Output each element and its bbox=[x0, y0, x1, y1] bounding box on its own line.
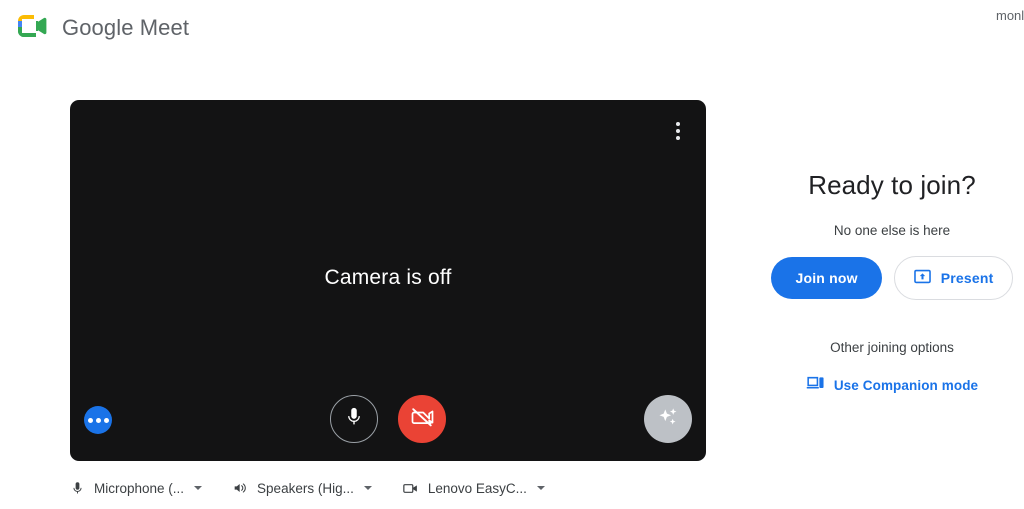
camera-off-icon bbox=[410, 405, 434, 434]
brand[interactable]: Google Meet bbox=[16, 13, 189, 43]
camera-toggle-button[interactable] bbox=[398, 395, 446, 443]
other-joining-options-label: Other joining options bbox=[830, 340, 954, 355]
preview-options-button[interactable] bbox=[84, 406, 112, 434]
device-selector-bar: Microphone (... Speakers (Hig... Lenovo … bbox=[70, 474, 710, 502]
camera-icon bbox=[402, 480, 419, 497]
dot bbox=[676, 136, 680, 140]
dot bbox=[676, 122, 680, 126]
device-chip-speakers[interactable]: Speakers (Hig... bbox=[232, 480, 372, 496]
brand-title: Google Meet bbox=[62, 15, 190, 40]
more-vertical-icon[interactable] bbox=[664, 117, 692, 145]
dot bbox=[87, 417, 93, 423]
join-panel: Ready to join? No one else is here Join … bbox=[760, 170, 1024, 395]
device-chip-label: Speakers (Hig... bbox=[257, 480, 354, 496]
account-label[interactable]: monl bbox=[996, 8, 1024, 23]
microphone-icon bbox=[70, 481, 85, 496]
dot bbox=[103, 417, 109, 423]
join-now-label: Join now bbox=[795, 270, 858, 286]
join-actions: Join now Present bbox=[760, 256, 1024, 300]
app-header: Google Meet monl bbox=[0, 0, 1024, 56]
join-subtitle: No one else is here bbox=[833, 223, 951, 238]
device-chip-label: Lenovo EasyC... bbox=[427, 480, 527, 496]
device-chip-microphone[interactable]: Microphone (... bbox=[70, 480, 203, 496]
mic-toggle-button[interactable] bbox=[330, 395, 378, 443]
sparkle-effects-icon bbox=[655, 404, 681, 435]
preview-controls bbox=[70, 395, 706, 443]
join-now-button[interactable]: Join now bbox=[771, 257, 882, 299]
companion-device-icon bbox=[806, 375, 825, 395]
video-preview: Camera is off bbox=[70, 100, 706, 461]
device-chip-camera[interactable]: Lenovo EasyC... bbox=[402, 480, 545, 497]
google-meet-logo-icon bbox=[16, 13, 50, 43]
chevron-down-icon bbox=[536, 486, 545, 490]
present-label: Present bbox=[940, 270, 994, 286]
present-button[interactable]: Present bbox=[893, 256, 1013, 300]
join-heading: Ready to join? bbox=[808, 170, 976, 200]
speaker-icon bbox=[232, 480, 248, 496]
dot bbox=[95, 417, 101, 423]
device-chip-label: Microphone (... bbox=[94, 480, 185, 496]
chevron-down-icon bbox=[194, 486, 203, 490]
companion-mode-label: Use Companion mode bbox=[833, 377, 979, 393]
microphone-icon bbox=[343, 406, 365, 433]
companion-mode-link[interactable]: Use Companion mode bbox=[760, 375, 1024, 395]
chevron-down-icon bbox=[363, 486, 372, 490]
present-screen-icon bbox=[913, 267, 932, 289]
camera-off-label: Camera is off bbox=[324, 266, 452, 289]
visual-effects-button[interactable] bbox=[644, 395, 692, 443]
video-preview-area: Camera is off bbox=[70, 100, 706, 461]
dot bbox=[676, 129, 680, 133]
